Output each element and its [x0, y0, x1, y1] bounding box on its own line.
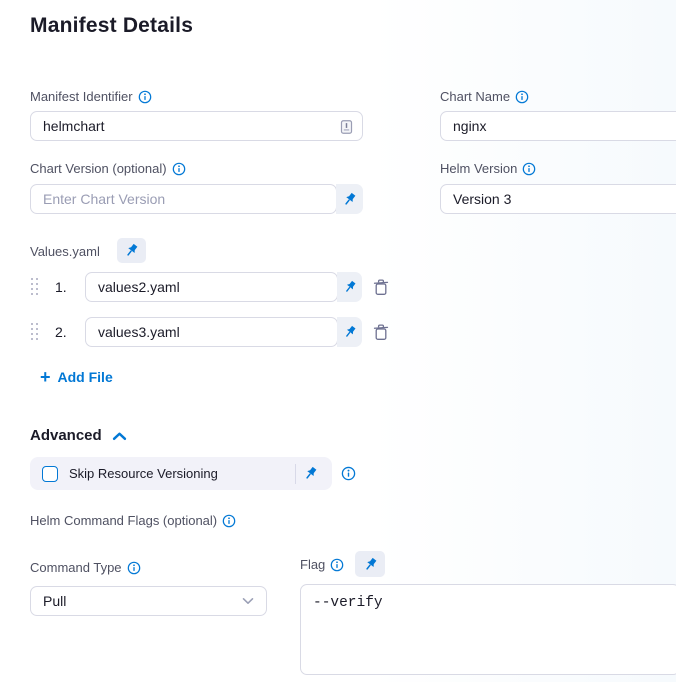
pin-icon — [343, 280, 357, 294]
edit-id-icon[interactable] — [340, 119, 353, 135]
add-file-button[interactable]: + Add File — [40, 368, 113, 386]
pin-icon — [343, 325, 357, 339]
skip-resource-versioning-row: Skip Resource Versioning — [30, 457, 332, 490]
info-icon[interactable] — [172, 162, 186, 176]
pin-icon[interactable] — [296, 466, 324, 481]
chart-name-label: Chart Name — [440, 89, 529, 104]
values-yaml-label: Values.yaml — [30, 244, 100, 259]
values-file-row: 1. values2.yaml — [30, 272, 400, 302]
info-icon[interactable] — [222, 514, 236, 528]
file-row-index: 2. — [55, 324, 67, 340]
values-yaml-pin-button[interactable] — [117, 238, 146, 263]
skip-resource-versioning-label: Skip Resource Versioning — [69, 466, 218, 481]
values-file-input[interactable]: values3.yaml — [85, 317, 338, 347]
pin-icon — [342, 192, 357, 207]
pin-button[interactable] — [337, 317, 362, 347]
chart-version-input[interactable]: Enter Chart Version — [30, 184, 337, 214]
flag-pin-button[interactable] — [355, 551, 385, 577]
info-icon[interactable] — [127, 561, 141, 575]
flag-textarea[interactable]: --verify — [300, 584, 676, 675]
pin-icon — [363, 557, 378, 572]
chevron-up-icon — [112, 431, 127, 441]
info-icon[interactable] — [330, 558, 344, 572]
pin-button[interactable] — [336, 184, 363, 214]
chart-name-input[interactable]: nginx — [440, 111, 676, 141]
command-type-label: Command Type — [30, 560, 141, 575]
chart-version-field: Enter Chart Version — [30, 184, 363, 214]
chevron-down-icon — [242, 597, 254, 605]
info-icon[interactable] — [515, 90, 529, 104]
drag-handle-icon[interactable] — [31, 323, 39, 341]
manifest-identifier-input[interactable]: helmchart — [30, 111, 363, 141]
page-title: Manifest Details — [30, 14, 193, 38]
info-icon[interactable] — [522, 162, 536, 176]
delete-file-icon[interactable] — [373, 278, 389, 296]
manifest-identifier-label: Manifest Identifier — [30, 89, 152, 104]
helm-command-flags-label: Helm Command Flags (optional) — [30, 513, 236, 528]
chart-version-label: Chart Version (optional) — [30, 161, 186, 176]
pin-icon — [124, 243, 139, 258]
info-icon[interactable] — [341, 466, 356, 481]
flag-label: Flag — [300, 557, 344, 572]
advanced-section-toggle[interactable]: Advanced — [30, 427, 127, 444]
values-file-row: 2. values3.yaml — [30, 317, 400, 347]
manifest-details-panel: Manifest Details Manifest Identifier Cha… — [0, 0, 676, 682]
delete-file-icon[interactable] — [373, 323, 389, 341]
skip-resource-versioning-checkbox[interactable] — [42, 466, 58, 482]
drag-handle-icon[interactable] — [31, 278, 39, 296]
values-file-input[interactable]: values2.yaml — [85, 272, 338, 302]
helm-version-select[interactable]: Version 3 — [440, 184, 676, 214]
helm-version-label: Helm Version — [440, 161, 536, 176]
pin-button[interactable] — [337, 272, 362, 302]
plus-icon: + — [40, 368, 51, 386]
command-type-select[interactable]: Pull — [30, 586, 267, 616]
info-icon[interactable] — [138, 90, 152, 104]
file-row-index: 1. — [55, 279, 67, 295]
